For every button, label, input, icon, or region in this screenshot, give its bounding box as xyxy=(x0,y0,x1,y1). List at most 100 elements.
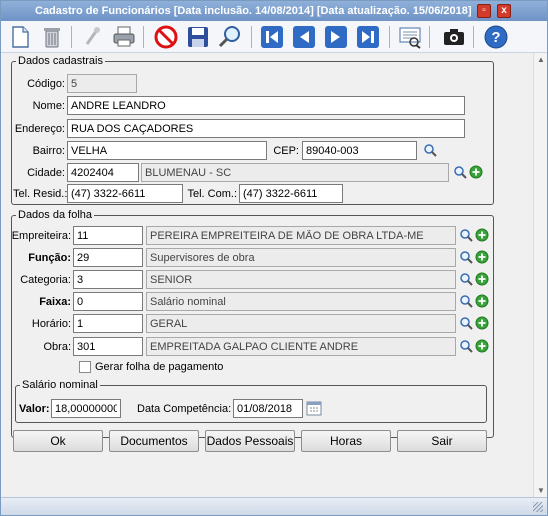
faixa-code-field[interactable] xyxy=(73,292,143,311)
svg-text:?: ? xyxy=(491,29,500,46)
cancel-icon[interactable] xyxy=(153,24,179,50)
categoria-label: Categoria: xyxy=(20,274,71,286)
tel-resid-label: Tel. Resid.: xyxy=(13,188,68,200)
bairro-field[interactable] xyxy=(67,141,267,160)
window-title: Cadastro de Funcionários [Data inclusão.… xyxy=(35,5,472,17)
obra-add-icon[interactable] xyxy=(475,339,489,353)
funcao-label: Função: xyxy=(28,252,71,264)
cidade-name-field[interactable] xyxy=(141,163,449,182)
faixa-desc-field[interactable] xyxy=(146,292,456,311)
endereco-label: Endereço: xyxy=(14,123,65,135)
funcao-code-field[interactable] xyxy=(73,248,143,267)
toolbar-separator xyxy=(429,26,430,48)
obra-search-icon[interactable] xyxy=(459,339,473,353)
valor-label: Valor: xyxy=(19,403,50,415)
horario-search-icon[interactable] xyxy=(459,316,473,330)
codigo-field[interactable] xyxy=(67,74,137,93)
form-content: Dados cadastrais Código: Nome: Endereço:… xyxy=(1,53,533,497)
resize-grip-icon[interactable] xyxy=(533,502,543,512)
codigo-label: Código: xyxy=(27,78,65,90)
bairro-label: Bairro: xyxy=(32,145,65,157)
employee-registration-window: Cadastro de Funcionários [Data inclusão.… xyxy=(0,0,548,516)
ok-button[interactable]: Ok xyxy=(13,430,103,452)
toolbar-separator xyxy=(473,26,474,48)
cidade-label: Cidade: xyxy=(27,167,65,179)
cidade-add-icon[interactable] xyxy=(469,165,483,179)
horas-button[interactable]: Horas xyxy=(301,430,391,452)
toolbar-separator xyxy=(71,26,72,48)
empreiteira-search-icon[interactable] xyxy=(459,228,473,242)
minimize-icon: ▫ xyxy=(482,5,486,16)
disabled-tool-icon[interactable] xyxy=(79,24,105,50)
calendar-icon[interactable] xyxy=(306,400,322,416)
first-record-icon[interactable] xyxy=(259,24,285,50)
last-record-icon[interactable] xyxy=(355,24,381,50)
nome-label: Nome: xyxy=(32,100,65,112)
funcao-add-icon[interactable] xyxy=(475,250,489,264)
obra-code-field[interactable] xyxy=(73,337,143,356)
documentos-button[interactable]: Documentos xyxy=(109,430,199,452)
empreiteira-code-field[interactable] xyxy=(73,226,143,245)
salario-legend: Salário nominal xyxy=(22,379,98,391)
horario-desc-field[interactable] xyxy=(146,314,456,333)
data-competencia-label: Data Competência: xyxy=(137,403,232,415)
horario-add-icon[interactable] xyxy=(475,316,489,330)
toolbar: ? xyxy=(1,21,547,53)
tel-com-field[interactable] xyxy=(239,184,343,203)
categoria-desc-field[interactable] xyxy=(146,270,456,289)
funcao-search-icon[interactable] xyxy=(459,250,473,264)
minimize-button[interactable]: ▫ xyxy=(477,4,491,18)
tel-resid-field[interactable] xyxy=(67,184,183,203)
horario-label: Horário: xyxy=(31,318,71,330)
cep-field[interactable] xyxy=(302,141,417,160)
toolbar-separator xyxy=(251,26,252,48)
cidade-code-field[interactable] xyxy=(67,163,139,182)
faixa-label: Faixa: xyxy=(39,296,71,308)
endereco-field[interactable] xyxy=(67,119,465,138)
close-icon: x xyxy=(501,5,507,16)
obra-label: Obra: xyxy=(43,341,71,353)
dados-cadastrais-legend: Dados cadastrais xyxy=(18,55,103,67)
dados-folha-legend: Dados da folha xyxy=(18,209,92,221)
scroll-up-icon[interactable]: ▲ xyxy=(537,55,545,64)
obra-desc-field[interactable] xyxy=(146,337,456,356)
dados-pessoais-button[interactable]: Dados Pessoais xyxy=(205,430,295,452)
cidade-search-icon[interactable] xyxy=(453,165,467,179)
camera-icon[interactable] xyxy=(441,24,467,50)
funcao-desc-field[interactable] xyxy=(146,248,456,267)
categoria-search-icon[interactable] xyxy=(459,272,473,286)
vertical-scrollbar[interactable]: ▲ ▼ xyxy=(533,53,547,497)
next-record-icon[interactable] xyxy=(323,24,349,50)
gerar-folha-label: Gerar folha de pagamento xyxy=(95,361,224,373)
horario-code-field[interactable] xyxy=(73,314,143,333)
data-competencia-field[interactable] xyxy=(233,399,303,418)
save-icon[interactable] xyxy=(185,24,211,50)
search-icon[interactable] xyxy=(217,24,243,50)
faixa-add-icon[interactable] xyxy=(475,294,489,308)
categoria-add-icon[interactable] xyxy=(475,272,489,286)
title-bar: Cadastro de Funcionários [Data inclusão.… xyxy=(1,1,547,21)
cep-label: CEP: xyxy=(273,145,299,157)
status-bar xyxy=(1,497,547,515)
scroll-down-icon[interactable]: ▼ xyxy=(537,486,545,495)
categoria-code-field[interactable] xyxy=(73,270,143,289)
valor-field[interactable] xyxy=(51,399,121,418)
delete-trash-icon[interactable] xyxy=(39,24,65,50)
new-document-icon[interactable] xyxy=(7,24,33,50)
nome-field[interactable] xyxy=(67,96,465,115)
faixa-search-icon[interactable] xyxy=(459,294,473,308)
toolbar-separator xyxy=(389,26,390,48)
report-preview-icon[interactable] xyxy=(397,24,423,50)
previous-record-icon[interactable] xyxy=(291,24,317,50)
empreiteira-label: Empreiteira: xyxy=(11,230,71,242)
empreiteira-add-icon[interactable] xyxy=(475,228,489,242)
tel-com-label: Tel. Com.: xyxy=(187,188,237,200)
toolbar-separator xyxy=(143,26,144,48)
print-icon[interactable] xyxy=(111,24,137,50)
cep-search-icon[interactable] xyxy=(423,143,437,157)
close-button[interactable]: x xyxy=(497,4,511,18)
sair-button[interactable]: Sair xyxy=(397,430,487,452)
empreiteira-desc-field[interactable] xyxy=(146,226,456,245)
help-icon[interactable]: ? xyxy=(483,24,509,50)
gerar-folha-checkbox[interactable] xyxy=(79,361,91,373)
